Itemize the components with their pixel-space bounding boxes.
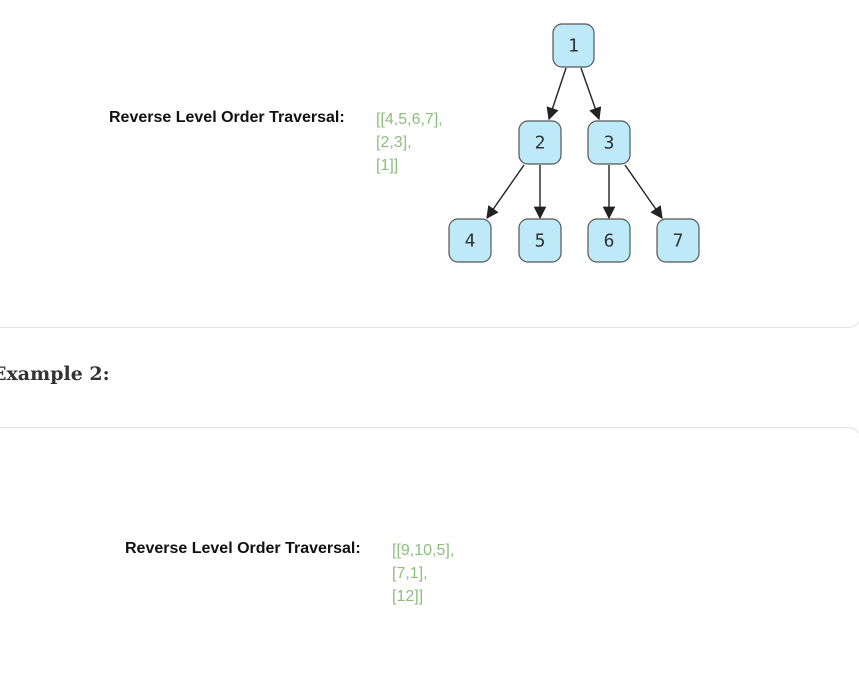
node-value: 1 [568,36,579,57]
tree-node: 3 [587,120,631,165]
traversal-line: [[9,10,5], [392,542,455,559]
tree-edge [624,164,663,220]
tree-node: 4 [448,218,492,263]
tree-node: 1 [552,23,595,68]
node-value: 3 [604,133,615,154]
node-value: 7 [673,231,684,252]
tree-node: 2 [518,120,562,165]
tree-node: 5 [518,218,562,263]
node-value: 5 [535,231,546,252]
traversal-output: [[9,10,5], [7,1], [12]] [392,539,454,608]
traversal-line: [7,1], [392,565,428,582]
tree-node: 6 [587,218,631,263]
tree-edge [486,164,525,220]
node-value: 2 [535,133,546,154]
tree-edge [580,67,602,121]
traversal-label: Reverse Level Order Traversal: [125,540,361,557]
example-heading: Example 2: [0,363,110,385]
traversal-line: [12]] [392,588,424,605]
tree-node: 7 [656,218,700,263]
tree-edge [546,67,567,121]
node-value: 6 [604,231,615,252]
node-value: 4 [465,231,476,252]
